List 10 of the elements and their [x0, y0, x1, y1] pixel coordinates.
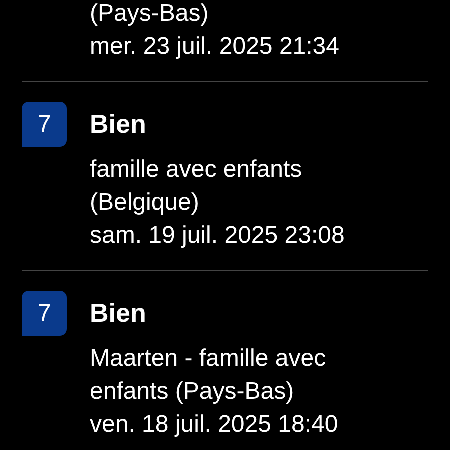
- rating-label: Bien: [90, 108, 148, 141]
- rating-label: Bien: [90, 297, 148, 330]
- reviewer-info: famille avec enfants (Belgique): [90, 155, 304, 218]
- reviewer-info: (Pays-Bas): [90, 0, 210, 29]
- review-date: mer. 23 juil. 2025 21:34: [90, 32, 341, 62]
- score-badge: 7: [22, 102, 67, 147]
- review-date: ven. 18 juil. 2025 18:40: [90, 410, 340, 440]
- review-date: sam. 19 juil. 2025 23:08: [90, 221, 346, 251]
- score-badge: 7: [22, 291, 67, 336]
- reviewer-info: Maarten - famille avec enfants (Pays-Bas): [90, 344, 328, 407]
